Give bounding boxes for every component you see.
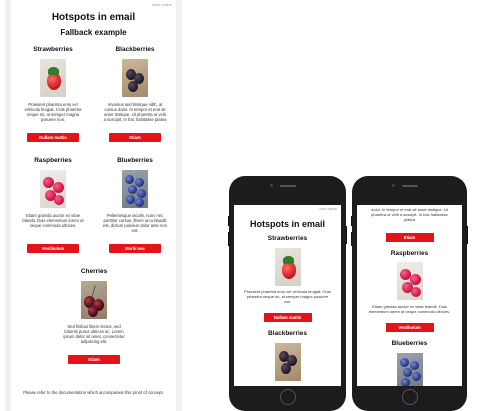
raspberry-photo (40, 170, 66, 208)
product-description: Pellentesque iaculis, nunc nec porttitor… (103, 213, 167, 233)
product-name: Raspberries (34, 157, 72, 164)
product-name: Strawberries (267, 235, 308, 242)
product-cell-blueberries: Blueberries Pellentesque iaculis, nunc n… (95, 157, 175, 253)
blackberry-photo (122, 59, 148, 97)
product-description: Vivamus sed tristique nibh, at cursus do… (103, 102, 167, 122)
raspberry-photo (396, 262, 423, 300)
view-online-link[interactable]: View online (152, 2, 172, 7)
product-description: Praesent pharetra eros vel vehicula feug… (244, 289, 331, 304)
etiam-button[interactable]: Etiam (109, 133, 161, 142)
product-name: Blackberries (115, 46, 155, 53)
etiam-button[interactable]: Etiam (385, 233, 434, 242)
phone-screen-2[interactable]: dolor. In tempor et erat sit amet tristi… (357, 205, 462, 386)
vestibulum-button[interactable]: Vestibulum (385, 323, 434, 332)
cherry-photo (81, 281, 107, 319)
product-name: Strawberries (33, 46, 73, 53)
product-description: Etiam gravida auctor ex vitae blandit. D… (22, 213, 84, 228)
etiam-button[interactable]: Etiam (68, 355, 120, 364)
view-online-link[interactable]: View online (319, 207, 337, 211)
product-cell-blackberries: Blackberries Vivamus sed tristique nibh,… (95, 46, 175, 142)
email-body: View online Hotspots in email Fallback e… (11, 0, 176, 411)
morbi-nec-button[interactable]: Morbi nec (109, 244, 161, 253)
strawberry-photo (40, 59, 66, 97)
nullam-mattis-button[interactable]: Nullam mattis (27, 133, 79, 142)
email-footer: Please refer to the documentation which … (23, 390, 164, 395)
desktop-preview: View online Hotspots in email Fallback e… (5, 0, 182, 411)
camera-icon (391, 184, 395, 187)
email-title: Hotspots in email (249, 219, 325, 229)
nullam-mattis-button[interactable]: Nullam mattis (263, 313, 312, 322)
product-cell-raspberries: Raspberries Etiam gravida auctor ex vita… (13, 157, 93, 253)
email-subtitle: Fallback example (60, 28, 127, 37)
phone-screen-1[interactable]: View online Hotspots in email Strawberri… (234, 205, 341, 386)
home-button[interactable] (401, 389, 418, 405)
blackberry-photo (274, 343, 301, 381)
phone-mockup-2: dolor. In tempor et erat sit amet tristi… (351, 176, 468, 411)
speaker-icon (401, 185, 418, 187)
vestibulum-button[interactable]: Vestibulum (27, 244, 79, 253)
product-description: Sed finibus libero lectus, sed lobortis … (63, 324, 125, 344)
camera-icon (269, 184, 273, 187)
product-cell-cherries: Cherries Sed finibus libero lectus, sed … (54, 268, 134, 364)
strawberry-photo (274, 248, 301, 286)
home-button[interactable] (279, 389, 296, 405)
product-description: Praesent pharetra eros vel vehicula feug… (24, 102, 82, 122)
product-name: Blueberries (391, 340, 428, 347)
product-description: Etiam gravida auctor ex vitae blandit. D… (368, 304, 451, 314)
product-cell-strawberries: Strawberries Praesent pharetra eros vel … (13, 46, 93, 142)
product-name: Raspberries (390, 250, 429, 257)
product-name: Cherries (80, 268, 108, 275)
email-title: Hotspots in email (51, 12, 136, 23)
product-description: dolor. In tempor et erat sit amet tristi… (371, 207, 448, 222)
speaker-icon (279, 185, 296, 187)
blueberry-photo (396, 353, 423, 386)
phone-mockup-1: View online Hotspots in email Strawberri… (228, 176, 347, 411)
product-name: Blackberries (267, 330, 308, 337)
product-name: Blueberries (117, 157, 153, 164)
canvas: View online Hotspots in email Fallback e… (0, 0, 480, 411)
blueberry-photo (122, 170, 148, 208)
